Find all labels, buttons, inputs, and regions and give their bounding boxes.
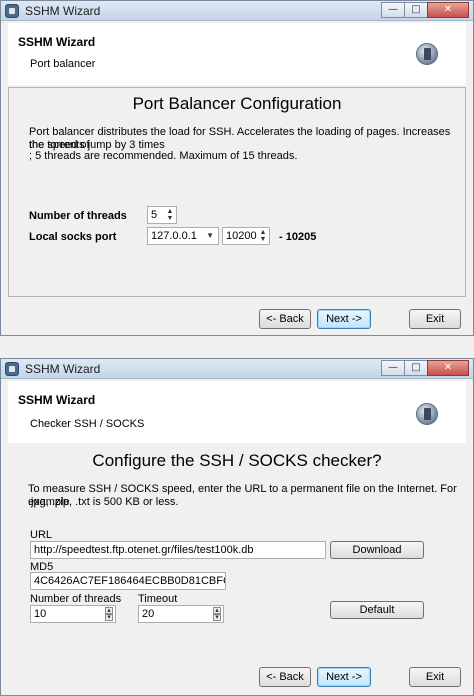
port-spinbox[interactable]: 10200 ▲ ▼ [222, 227, 270, 245]
description-line-2: .jpg, .zip, .txt is 500 KB or less. [28, 496, 179, 508]
window-controls: — □ ✕ [381, 360, 469, 376]
chevron-down-icon: ▼ [206, 231, 214, 240]
wizard-header: SSHM Wizard Port balancer [8, 23, 466, 85]
url-value: http://speedtest.ftp.otenet.gr/files/tes… [34, 544, 254, 556]
md5-value: 4C6426AC7EF186464ECBB0D81CBFCB1E [34, 575, 225, 587]
spin-arrows-icon[interactable]: ▲ ▼ [166, 208, 174, 222]
close-icon[interactable]: ✕ [427, 360, 469, 376]
exit-button[interactable]: Exit [409, 667, 461, 687]
window-controls: — □ ✕ [381, 2, 469, 18]
wizard-header: SSHM Wizard Checker SSH / SOCKS [8, 381, 466, 443]
port-range-end: - 10205 [279, 231, 317, 243]
wizard-icon [416, 43, 438, 65]
wizard-page: Configure the SSH / SOCKS checker? To me… [8, 445, 466, 655]
exit-button[interactable]: Exit [409, 309, 461, 329]
close-icon[interactable]: ✕ [427, 2, 469, 18]
threads-spinbox[interactable]: 5 ▲ ▼ [147, 206, 177, 224]
page-title: Port Balancer Configuration [132, 94, 342, 113]
port-value: 10200 [226, 230, 257, 242]
window-title: SSHM Wizard [25, 4, 101, 18]
timeout-spinbox[interactable]: 20 ▴ ▾ [138, 605, 224, 623]
wizard-icon [416, 403, 438, 425]
threads-value: 5 [151, 209, 158, 221]
next-button[interactable]: Next -> [317, 667, 371, 687]
maximize-icon[interactable]: □ [404, 360, 428, 376]
url-label: URL [30, 529, 53, 541]
spin-arrows-icon[interactable]: ▲ ▼ [259, 229, 267, 243]
app-icon [5, 4, 19, 18]
threads-spinbox[interactable]: 10 ▴ ▾ [30, 605, 116, 623]
host-value: 127.0.0.1 [151, 230, 197, 242]
threads-label: Number of threads [30, 593, 122, 605]
download-button[interactable]: Download [330, 541, 424, 559]
spin-arrows-icon[interactable]: ▴ ▾ [213, 607, 221, 621]
host-select[interactable]: 127.0.0.1 ▼ [147, 227, 219, 245]
description-line-3: ; 5 threads are recommended. Maximum of … [29, 150, 298, 162]
default-button[interactable]: Default [330, 601, 424, 619]
back-button[interactable]: <- Back [259, 309, 311, 329]
url-field[interactable]: http://speedtest.ftp.otenet.gr/files/tes… [30, 541, 326, 559]
minimize-icon[interactable]: — [381, 2, 405, 18]
back-button[interactable]: <- Back [259, 667, 311, 687]
ssh-checker-window: SSHM Wizard — □ ✕ SSHM Wizard Checker SS… [0, 358, 474, 696]
wizard-page: Port Balancer Configuration Port balance… [8, 87, 466, 297]
timeout-value: 20 [142, 608, 155, 620]
minimize-icon[interactable]: — [381, 360, 405, 376]
header-title: SSHM Wizard [18, 393, 96, 407]
port-balancer-window: SSHM Wizard — □ ✕ SSHM Wizard Port balan… [0, 0, 474, 336]
window-title: SSHM Wizard [25, 362, 101, 376]
threads-value: 10 [34, 608, 47, 620]
threads-label: Number of threads [29, 210, 127, 222]
title-bar[interactable]: SSHM Wizard — □ ✕ [1, 1, 473, 21]
timeout-label: Timeout [138, 593, 178, 605]
header-subtitle: Port balancer [30, 58, 96, 70]
maximize-icon[interactable]: □ [404, 2, 428, 18]
md5-field[interactable]: 4C6426AC7EF186464ECBB0D81CBFCB1E [30, 572, 226, 590]
socks-port-label: Local socks port [29, 231, 117, 243]
header-subtitle: Checker SSH / SOCKS [30, 418, 145, 430]
header-title: SSHM Wizard [18, 35, 96, 49]
title-bar[interactable]: SSHM Wizard — □ ✕ [1, 359, 473, 379]
spin-arrows-icon[interactable]: ▴ ▾ [105, 607, 113, 621]
page-title: Configure the SSH / SOCKS checker? [92, 451, 382, 470]
app-icon [5, 362, 19, 376]
next-button[interactable]: Next -> [317, 309, 371, 329]
